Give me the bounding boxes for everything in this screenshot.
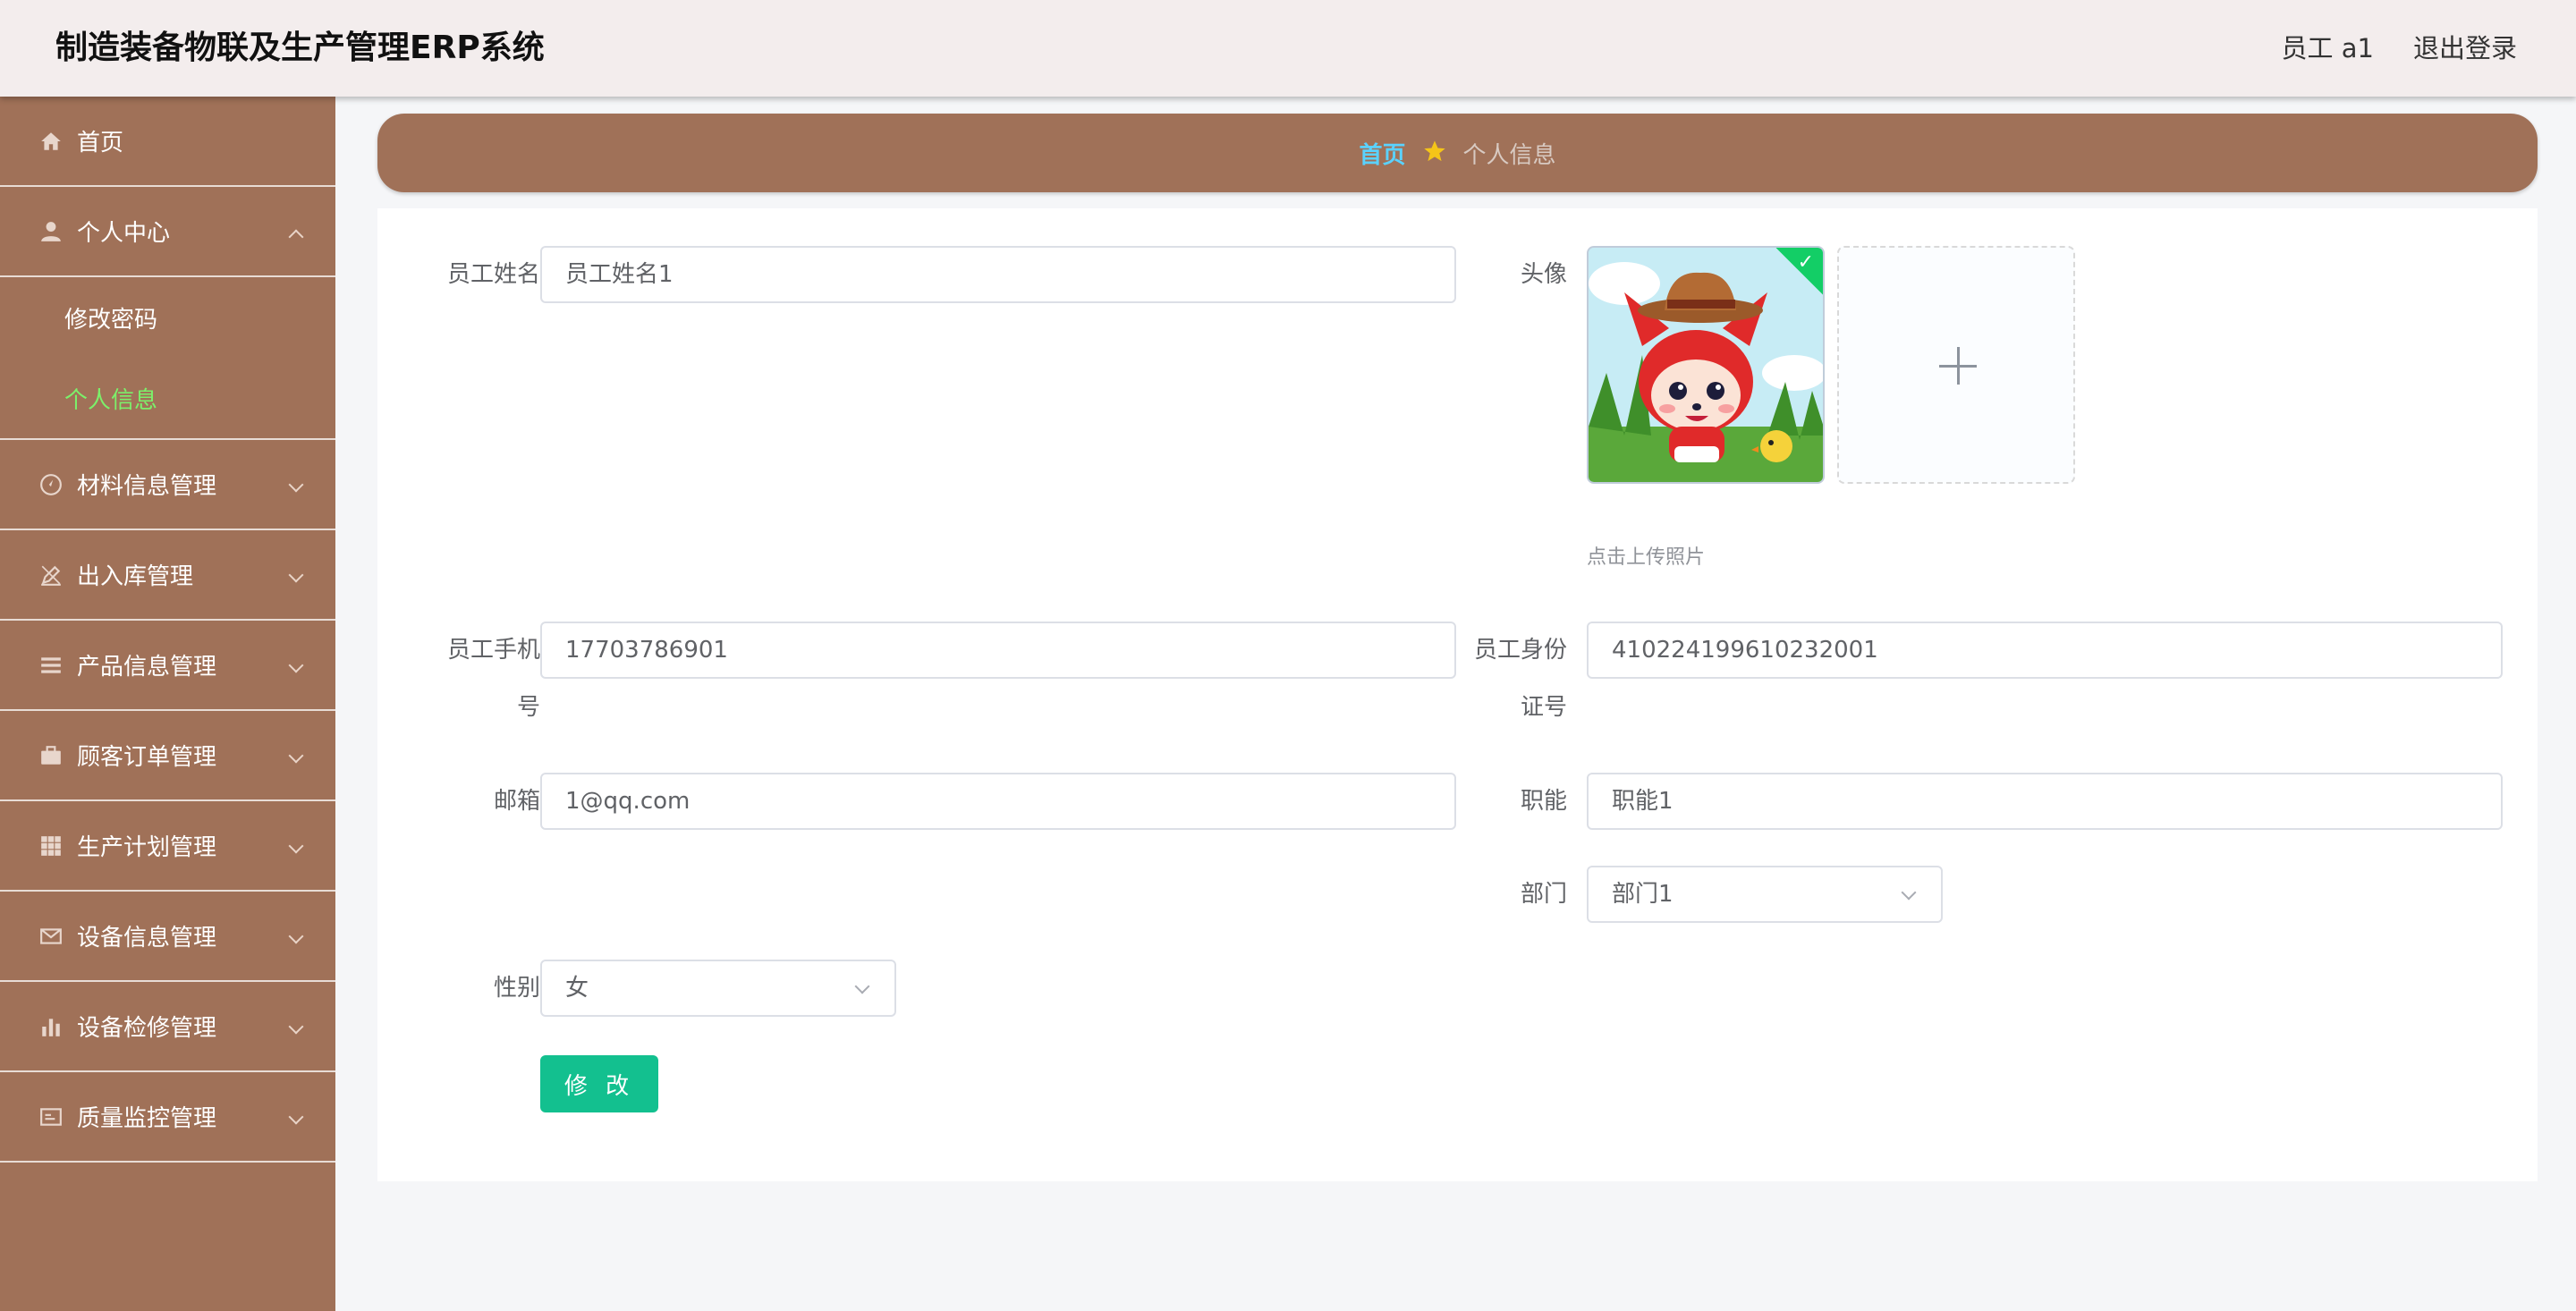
upload-tip: 点击上传照片: [1587, 546, 1706, 569]
chevron-down-icon: [1901, 884, 1917, 901]
bar-chart-icon: [38, 1013, 64, 1040]
sidebar-item-label: 质量监控管理: [77, 1105, 217, 1132]
chevron-down-icon: [288, 567, 304, 583]
monitor-icon: [38, 1104, 64, 1130]
chevron-down-icon: [854, 978, 870, 994]
sidebar-item-home[interactable]: 首页: [0, 97, 335, 187]
chevron-up-icon: [288, 229, 304, 245]
sidebar-item-label: 材料信息管理: [77, 473, 217, 500]
compass-icon: [38, 471, 64, 498]
email-input[interactable]: 1@qq.com: [540, 773, 1456, 830]
gender-label: 性别: [493, 975, 540, 1002]
grid-icon: [38, 833, 64, 859]
sidebar-item-label: 设备检修管理: [77, 1015, 217, 1042]
mail-icon: [38, 923, 64, 950]
star-icon: [1422, 139, 1447, 167]
sidebar-item-personal-info[interactable]: 个人信息: [0, 358, 335, 438]
sidebar-item-label: 出入库管理: [77, 563, 194, 590]
gender-value: 女: [565, 975, 589, 1002]
current-user: 员工 a1: [2281, 33, 2374, 63]
idcard-label: 员工身份: [1473, 637, 1567, 664]
chevron-down-icon: [288, 748, 304, 764]
department-label: 部门: [1520, 881, 1567, 908]
email-label: 邮箱: [493, 788, 540, 815]
sidebar-item-label: 生产计划管理: [77, 834, 217, 861]
sidebar-item-change-password[interactable]: 修改密码: [0, 277, 335, 358]
breadcrumb: 首页 个人信息: [377, 114, 2538, 192]
breadcrumb-home[interactable]: 首页: [1359, 137, 1405, 170]
submit-button[interactable]: 修 改: [540, 1055, 658, 1112]
sidebar-item-inventory[interactable]: 出入库管理: [0, 530, 335, 621]
chevron-down-icon: [288, 838, 304, 854]
sidebar-item-personal-center[interactable]: 个人中心: [0, 187, 335, 277]
chevron-down-icon: [288, 1019, 304, 1035]
idcard-label-wrap: 证号: [1520, 694, 1567, 721]
idcard-input[interactable]: 410224199610232001: [1587, 622, 2503, 679]
edit-icon: [38, 562, 64, 588]
sidebar-item-label: 首页: [77, 130, 124, 156]
sidebar-item-orders[interactable]: 顾客订单管理: [0, 711, 335, 801]
home-icon: [38, 128, 64, 155]
chevron-down-icon: [288, 657, 304, 673]
sidebar-item-label: 设备信息管理: [77, 925, 217, 952]
department-select[interactable]: 部门1: [1587, 866, 1943, 923]
chevron-down-icon: [288, 477, 304, 493]
role-input[interactable]: 职能1: [1587, 773, 2503, 830]
profile-form: 员工姓名 员工姓名1 头像 ✓ 点击上传照片 员工手机 号 1770378690…: [377, 208, 2538, 1181]
name-label: 员工姓名: [446, 261, 540, 288]
avatar-thumbnail[interactable]: ✓: [1587, 246, 1825, 484]
sidebar: 首页 个人中心 修改密码 个人信息 材料信息管理 出入库管理 产品信息管理 顾客…: [0, 97, 335, 1311]
phone-input[interactable]: 17703786901: [540, 622, 1456, 679]
sidebar-item-label: 产品信息管理: [77, 654, 217, 681]
breadcrumb-current: 个人信息: [1462, 141, 1556, 169]
sidebar-item-production-plan[interactable]: 生产计划管理: [0, 801, 335, 892]
cartoon-fox-image: [1589, 248, 1823, 482]
briefcase-icon: [38, 742, 64, 769]
check-icon: ✓: [1797, 251, 1814, 274]
sidebar-item-equipment-repair[interactable]: 设备检修管理: [0, 982, 335, 1072]
chevron-down-icon: [288, 928, 304, 944]
header-actions: 员工 a1 退出登录: [2282, 29, 2517, 68]
chevron-down-icon: [288, 1109, 304, 1125]
sidebar-item-material[interactable]: 材料信息管理: [0, 440, 335, 530]
sidebar-item-equipment-info[interactable]: 设备信息管理: [0, 892, 335, 982]
sidebar-item-quality[interactable]: 质量监控管理: [0, 1072, 335, 1163]
logout-link[interactable]: 退出登录: [2413, 29, 2517, 68]
role-label: 职能: [1520, 788, 1567, 815]
upload-avatar-button[interactable]: [1837, 246, 2075, 484]
sidebar-item-label: 顾客订单管理: [77, 744, 217, 771]
avatar-label: 头像: [1520, 261, 1567, 288]
name-input[interactable]: 员工姓名1: [540, 246, 1456, 303]
phone-label: 员工手机: [446, 637, 540, 664]
sidebar-item-label: 个人中心: [77, 220, 171, 247]
top-header: 制造装备物联及生产管理ERP系统 员工 a1 退出登录: [0, 0, 2576, 97]
list-icon: [38, 652, 64, 679]
phone-label-wrap: 号: [516, 694, 540, 721]
personal-center-submenu: 修改密码 个人信息: [0, 277, 335, 440]
user-icon: [38, 218, 64, 245]
sidebar-item-product[interactable]: 产品信息管理: [0, 621, 335, 711]
app-title: 制造装备物联及生产管理ERP系统: [55, 30, 545, 66]
department-value: 部门1: [1612, 881, 1674, 908]
gender-select[interactable]: 女: [540, 960, 896, 1017]
